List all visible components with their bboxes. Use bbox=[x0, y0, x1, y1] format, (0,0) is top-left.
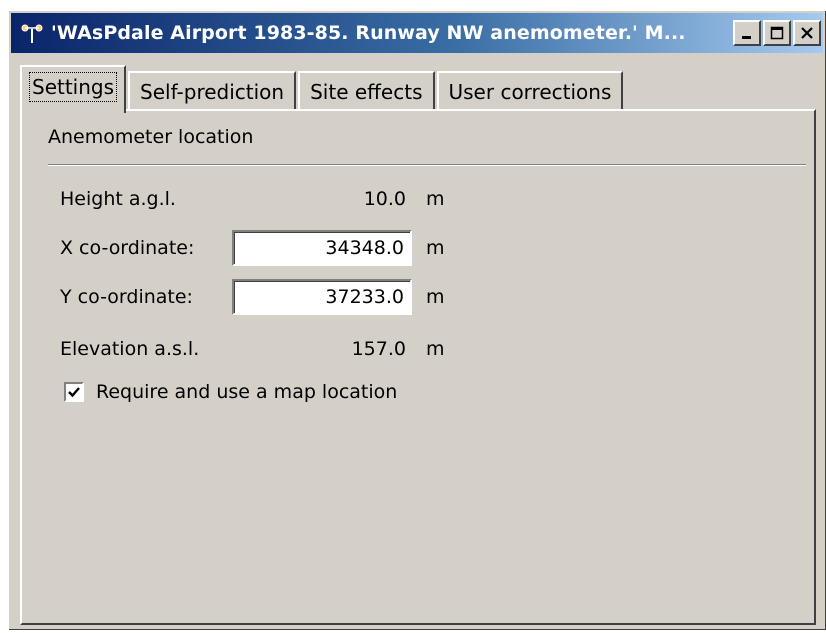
maximize-button[interactable] bbox=[763, 20, 791, 46]
elevation-value: 157.0 bbox=[351, 338, 406, 360]
map-location-label: Require and use a map location bbox=[96, 381, 398, 403]
y-coordinate-field[interactable] bbox=[232, 279, 412, 315]
height-row: Height a.g.l. 10.0 m bbox=[60, 181, 445, 217]
x-coordinate-label: X co-ordinate: bbox=[60, 237, 195, 259]
maximize-icon bbox=[770, 26, 784, 40]
title-bar[interactable]: 'WAsPdale Airport 1983-85. Runway NW ane… bbox=[11, 13, 823, 53]
minimize-icon bbox=[742, 36, 751, 39]
tab-site-effects[interactable]: Site effects bbox=[298, 71, 435, 111]
height-value: 10.0 bbox=[363, 188, 406, 210]
close-icon bbox=[801, 27, 813, 39]
y-coordinate-row: Y co-ordinate: m bbox=[60, 279, 445, 315]
tab-settings-label: Settings bbox=[28, 72, 118, 102]
elevation-unit: m bbox=[426, 338, 445, 360]
tab-self-prediction[interactable]: Self-prediction bbox=[128, 71, 297, 111]
tab-settings[interactable]: Settings bbox=[20, 65, 127, 113]
elevation-row: Elevation a.s.l. 157.0 m bbox=[60, 331, 445, 367]
tab-site-effects-label: Site effects bbox=[310, 80, 423, 104]
window-title: 'WAsPdale Airport 1983-85. Runway NW ane… bbox=[51, 22, 686, 44]
anemometer-window: 'WAsPdale Airport 1983-85. Runway NW ane… bbox=[8, 10, 826, 630]
anemometer-location-heading: Anemometer location bbox=[48, 126, 254, 148]
tab-strip: Settings Self-prediction Site effects Us… bbox=[20, 61, 625, 113]
height-unit: m bbox=[426, 188, 445, 210]
tab-user-corrections[interactable]: User corrections bbox=[436, 71, 624, 111]
settings-panel: Anemometer location Height a.g.l. 10.0 m… bbox=[20, 109, 816, 625]
tab-user-corrections-label: User corrections bbox=[448, 80, 612, 104]
tab-self-prediction-label: Self-prediction bbox=[140, 80, 285, 104]
y-coordinate-unit: m bbox=[426, 286, 445, 308]
y-coordinate-label: Y co-ordinate: bbox=[60, 286, 193, 308]
minimize-button[interactable] bbox=[733, 20, 761, 46]
close-button[interactable] bbox=[793, 20, 821, 46]
group-divider bbox=[48, 164, 806, 166]
elevation-label: Elevation a.s.l. bbox=[60, 338, 200, 360]
x-coordinate-row: X co-ordinate: m bbox=[60, 230, 445, 266]
x-coordinate-field[interactable] bbox=[232, 230, 412, 266]
anemometer-icon bbox=[19, 20, 45, 46]
height-label: Height a.g.l. bbox=[60, 188, 176, 210]
checkmark-icon bbox=[68, 387, 80, 398]
map-location-option[interactable]: Require and use a map location bbox=[64, 381, 397, 403]
map-location-checkbox[interactable] bbox=[64, 382, 84, 402]
x-coordinate-unit: m bbox=[426, 237, 445, 259]
